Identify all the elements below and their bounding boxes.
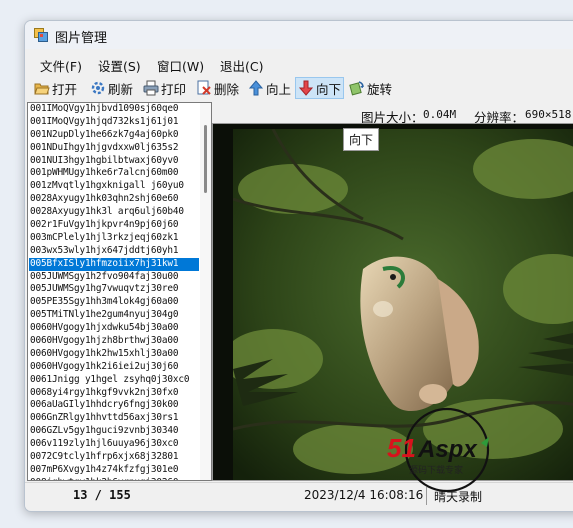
list-item[interactable]: 001NUI3hgy1hgbilbtwaxj60yv0 xyxy=(29,155,199,168)
arrow-up-icon xyxy=(248,80,264,96)
image-info-bar: 图片大小： 0.04M 分辨率： 690×518 xyxy=(215,105,573,125)
file-list-items: 001IMoQVgy1hjbvd1090sj60qe0 001IMoQVgy1hj… xyxy=(29,103,199,480)
list-item[interactable]: 008jqbwtgy1hk2b6yrnuqj30260 xyxy=(29,477,199,480)
menu-exit[interactable]: 退出(C) xyxy=(220,56,263,75)
list-item[interactable]: 001zMvqtly1hgxknigall j60yu0 xyxy=(29,180,199,193)
image-size-value: 0.04M xyxy=(423,108,457,121)
list-item[interactable]: 0028Axyugy1hk03qhn2shj60e60 xyxy=(29,193,199,206)
window-title: 图片管理 xyxy=(55,31,108,46)
list-item[interactable]: 0060HVgogy1hk2i6iei2uj30j60 xyxy=(29,361,199,374)
list-item[interactable]: 006v119zly1hjl6uuya96j30xc0 xyxy=(29,438,199,451)
rotate-icon xyxy=(349,81,364,96)
delete-label: 删除 xyxy=(214,81,240,97)
down-label: 向下 xyxy=(316,81,342,97)
list-item[interactable]: 0068yi4rgy1hkgf9vvk2nj30fx0 xyxy=(29,387,199,400)
delete-button[interactable]: 删除 xyxy=(194,78,241,98)
list-item[interactable]: 001IMoQVgy1hjqd732ks1j61j01 xyxy=(29,116,199,129)
menu-window[interactable]: 窗口(W) xyxy=(157,56,204,75)
list-item[interactable]: 001pWHMUgy1hke6r7alcnj60m00 xyxy=(29,167,199,180)
title-bar[interactable]: 图片管理 xyxy=(25,21,573,49)
list-item[interactable]: 0060HVgogy1hjxdwku54bj30a00 xyxy=(29,322,199,335)
file-list[interactable]: 001IMoQVgy1hjbvd1090sj60qe0 001IMoQVgy1hj… xyxy=(27,102,212,481)
open-label: 打开 xyxy=(52,81,78,97)
scrollbar-thumb[interactable] xyxy=(204,125,207,193)
list-item[interactable]: 003mCPlely1hjl3rkzjeqj60zk1 xyxy=(29,232,199,245)
refresh-button[interactable]: 刷新 xyxy=(88,78,135,98)
list-item[interactable]: 007mP6Xvgy1h4z74kfzfgj301e0 xyxy=(29,464,199,477)
list-item[interactable]: 002r1FuVgy1hjkpvr4n9pj60j60 xyxy=(29,219,199,232)
list-item[interactable]: 005JUWMSgy1h2fvo904faj30u00 xyxy=(29,271,199,284)
svg-text:Aspx: Aspx xyxy=(417,436,478,463)
refresh-label: 刷新 xyxy=(108,81,134,97)
rotate-button[interactable]: 旋转 xyxy=(347,78,394,98)
list-item[interactable]: 005TMiTNly1he2gum4nyuj304g0 xyxy=(29,309,199,322)
delete-file-icon xyxy=(197,80,211,95)
down-button[interactable]: 向下 xyxy=(294,77,345,99)
list-item[interactable]: 005PE35Sgy1hh3m4lok4gj60a00 xyxy=(29,296,199,309)
rotate-label: 旋转 xyxy=(367,81,393,97)
image-position: 13 / 155 xyxy=(73,488,131,502)
menu-file[interactable]: 文件(F) xyxy=(40,56,82,75)
list-item[interactable]: 005JUWMSgy1hg7vwuqvtzj30re0 xyxy=(29,283,199,296)
print-label: 打印 xyxy=(161,81,187,97)
svg-text:51: 51 xyxy=(387,433,416,463)
menu-bar: 文件(F) 设置(S) 窗口(W) 退出(C) xyxy=(25,53,573,75)
menu-settings[interactable]: 设置(S) xyxy=(98,56,141,75)
folder-open-icon xyxy=(34,83,50,95)
open-button[interactable]: 打开 xyxy=(32,78,79,98)
print-button[interactable]: 打印 xyxy=(141,78,188,98)
list-item[interactable]: 001N2upDly1he66zk7g4aj60pk0 xyxy=(29,129,199,142)
resolution-value: 690×518 xyxy=(525,108,572,121)
list-item[interactable]: 006GnZRlgy1hhvttd56axj30rs1 xyxy=(29,412,199,425)
list-item[interactable]: 006aUaGIly1hhdcry6fngj30k00 xyxy=(29,399,199,412)
watermark-logo: 51 Aspx 源码下载专家 xyxy=(387,407,490,493)
list-item[interactable]: 0061Jnigg y1hgel zsyhq0j30xc0 xyxy=(29,374,199,387)
list-item[interactable]: 0060HVgogy1hk2hw15xhlj30a00 xyxy=(29,348,199,361)
up-label: 向上 xyxy=(266,81,292,97)
list-item[interactable]: 0072C9tcly1hfrp6xjx68j32801 xyxy=(29,451,199,464)
list-item[interactable]: 003wx53wly1hjx647jddtj60yh1 xyxy=(29,245,199,258)
svg-text:源码下载专家: 源码下载专家 xyxy=(409,464,463,476)
list-item[interactable]: 0060HVgogy1hjzh8brthwj30a00 xyxy=(29,335,199,348)
refresh-gear-icon xyxy=(91,81,105,95)
list-item[interactable]: 001IMoQVgy1hjbvd1090sj60qe0 xyxy=(29,103,199,116)
file-list-scrollbar[interactable] xyxy=(200,103,211,480)
list-item[interactable]: 001NDuIhgy1hjgvdxxw0lj635s2 xyxy=(29,142,199,155)
arrow-down-icon xyxy=(298,80,314,96)
list-item-selected[interactable]: 005BfxISly1hfmzoiix7hj31kw1 xyxy=(29,257,199,271)
printer-icon xyxy=(143,80,159,96)
toolbar: 打开 刷新 打印 删除 向上 向下 旋转 xyxy=(25,76,573,100)
picture-app-icon xyxy=(34,28,48,42)
tooltip: 向下 xyxy=(343,128,380,151)
list-item[interactable]: 0028Axyugy1hk3l arq6ulj60b40 xyxy=(29,206,199,219)
list-item[interactable]: 006GZLv5gy1hguci9zvnbj30340 xyxy=(29,425,199,438)
up-button[interactable]: 向上 xyxy=(246,78,293,98)
